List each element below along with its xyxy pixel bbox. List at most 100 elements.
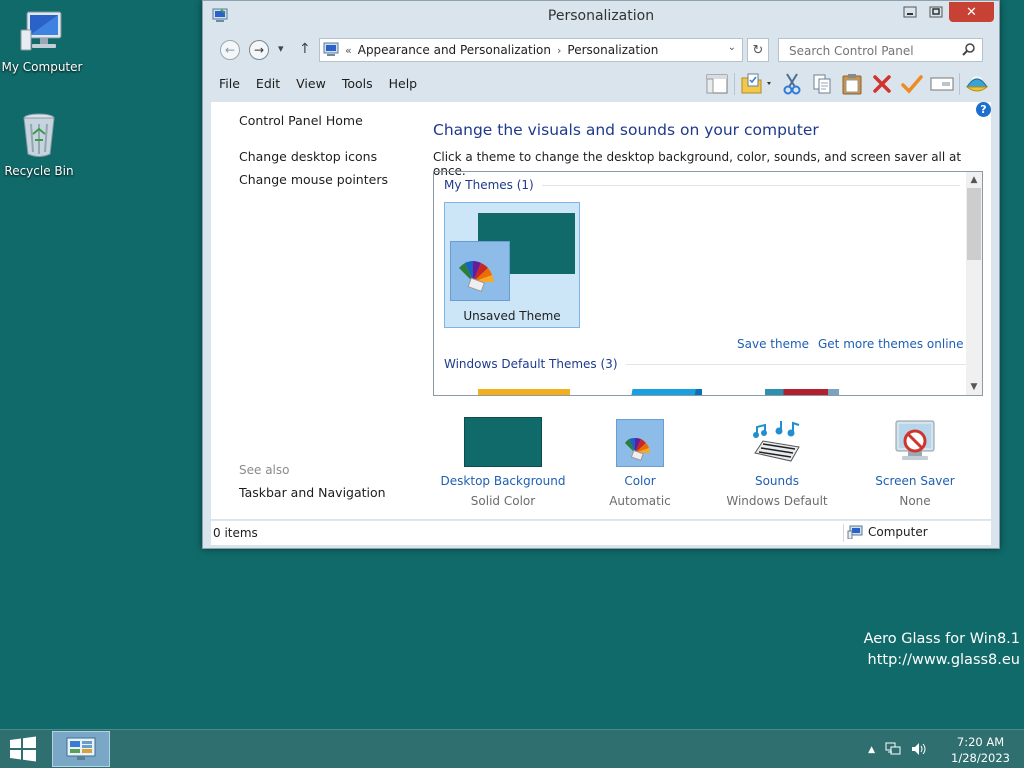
taskbar: ▲ 7:20 AM 1/28/2023 [0,729,1024,768]
desktop-background-swatch [464,417,542,467]
watermark-line: http://www.glass8.eu [867,652,1020,668]
menu-help[interactable]: Help [381,71,426,97]
taskbar-and-navigation-link[interactable]: Taskbar and Navigation [239,485,386,500]
option-value: None [899,494,931,508]
layout-button[interactable] [702,71,732,97]
desktop-icon-label: My Computer [1,60,83,74]
back-button[interactable]: ← [220,40,240,60]
default-theme-preview[interactable] [478,389,570,395]
refresh-button[interactable]: ↻ [747,38,769,62]
default-theme-preview[interactable] [628,389,702,395]
minimize-button[interactable] [897,2,923,22]
content-area: Control Panel Home Change desktop icons … [211,102,991,519]
scroll-down-icon[interactable]: ▼ [966,382,982,392]
group-divider [625,363,971,365]
option-value: Automatic [609,494,671,508]
scroll-up-icon[interactable]: ▲ [966,175,982,185]
up-button[interactable]: ↑ [299,41,311,57]
left-pane: Control Panel Home Change desktop icons … [211,102,421,519]
rename-button[interactable] [927,71,957,97]
layout-icon [706,74,728,94]
menu-bar: File Edit View Tools Help [211,71,425,97]
address-bar[interactable]: « Appearance and Personalization › Perso… [319,38,743,62]
desktop-icon-my-computer[interactable]: My Computer [0,8,84,74]
computer-icon [847,525,863,539]
breadcrumb-appearance[interactable]: Appearance and Personalization [358,43,551,57]
desktop-icon-label: Recycle Bin [4,164,74,178]
chevron-down-icon[interactable]: ⌄ [728,42,736,53]
scrollbar-thumb[interactable] [967,188,981,260]
see-also-label: See also [239,463,290,477]
breadcrumb-overflow[interactable]: « [345,44,352,57]
theme-tile-unsaved[interactable]: Unsaved Theme [444,202,580,328]
themes-list[interactable]: My Themes (1) Unsaved Theme Save theme G… [433,171,983,396]
default-theme-preview[interactable] [765,389,839,395]
control-panel-home-link[interactable]: Control Panel Home [239,113,363,128]
status-divider [843,524,844,542]
breadcrumb-personalization[interactable]: Personalization [567,43,658,57]
my-themes-header: My Themes (1) [444,178,534,192]
back-arrow-icon: ← [224,43,236,57]
desktop-icon-recycle-bin[interactable]: Recycle Bin [0,110,81,178]
menu-view[interactable]: View [288,71,334,97]
sounds-icon [753,421,800,462]
navigation-bar: ← → ▾ ↑ « Appearance and Personalization… [211,36,991,64]
windows-default-themes-group[interactable]: Windows Default Themes (3) [444,357,971,371]
themes-scrollbar[interactable]: ▲ ▼ [966,172,982,395]
change-mouse-pointers-link[interactable]: Change mouse pointers [239,172,388,187]
get-more-themes-link[interactable]: Get more themes online [818,337,964,351]
color-option[interactable]: Color Automatic [572,415,708,508]
change-desktop-icons-link[interactable]: Change desktop icons [239,149,377,164]
properties-button[interactable] [737,71,777,97]
toolbar-separator [959,73,960,95]
search-input[interactable] [787,40,961,62]
apply-button[interactable] [897,71,927,97]
start-button[interactable] [8,736,38,765]
clock-date: 1/28/2023 [951,751,1010,765]
recent-locations-dropdown[interactable]: ▾ [278,42,284,55]
recycle-bin-icon [23,113,55,157]
paste-icon [842,74,862,95]
copy-button[interactable] [807,71,837,97]
show-hidden-icons-button[interactable]: ▲ [868,745,875,755]
forward-arrow-icon: → [253,43,265,57]
theme-color-preview [450,241,510,301]
network-icon[interactable] [885,742,901,759]
close-icon: ✕ [966,4,977,20]
delete-button[interactable] [867,71,897,97]
my-themes-group[interactable]: My Themes (1) [444,178,960,192]
close-button[interactable]: ✕ [949,2,994,22]
title-bar[interactable]: Personalization ✕ [203,1,999,31]
search-icon[interactable] [962,42,976,59]
menu-edit[interactable]: Edit [248,71,288,97]
option-label: Screen Saver [875,474,955,488]
maximize-button[interactable] [923,2,949,22]
taskbar-control-panel-button[interactable] [52,731,110,767]
option-value: Solid Color [470,494,536,508]
desktop-background-option[interactable]: Desktop Background Solid Color [435,415,571,508]
cut-button[interactable] [777,71,807,97]
clock[interactable]: 7:20 AM 1/28/2023 [951,734,1010,766]
screen-saver-icon [895,420,935,460]
status-bar: 0 items Computer [211,520,991,545]
delete-icon [873,75,891,93]
color-fan-icon [625,437,650,462]
breadcrumb-separator[interactable]: › [557,44,561,57]
help-icon[interactable]: ? [976,102,991,117]
menu-tools[interactable]: Tools [334,71,381,97]
paste-button[interactable] [837,71,867,97]
caption-buttons: ✕ [897,2,994,22]
save-theme-link[interactable]: Save theme [737,337,809,351]
volume-icon[interactable] [911,742,927,759]
menu-file[interactable]: File [211,71,248,97]
cut-icon [783,73,801,95]
forward-button[interactable]: → [249,40,269,60]
option-label: Desktop Background [440,474,566,488]
screen-saver-option[interactable]: Screen Saver None [847,415,983,508]
sounds-option[interactable]: Sounds Windows Default [709,415,845,508]
rename-icon [930,77,954,91]
globe-button[interactable] [962,71,992,97]
search-box[interactable] [778,38,983,62]
toolbar-separator [734,73,735,95]
globe-icon [965,76,989,92]
